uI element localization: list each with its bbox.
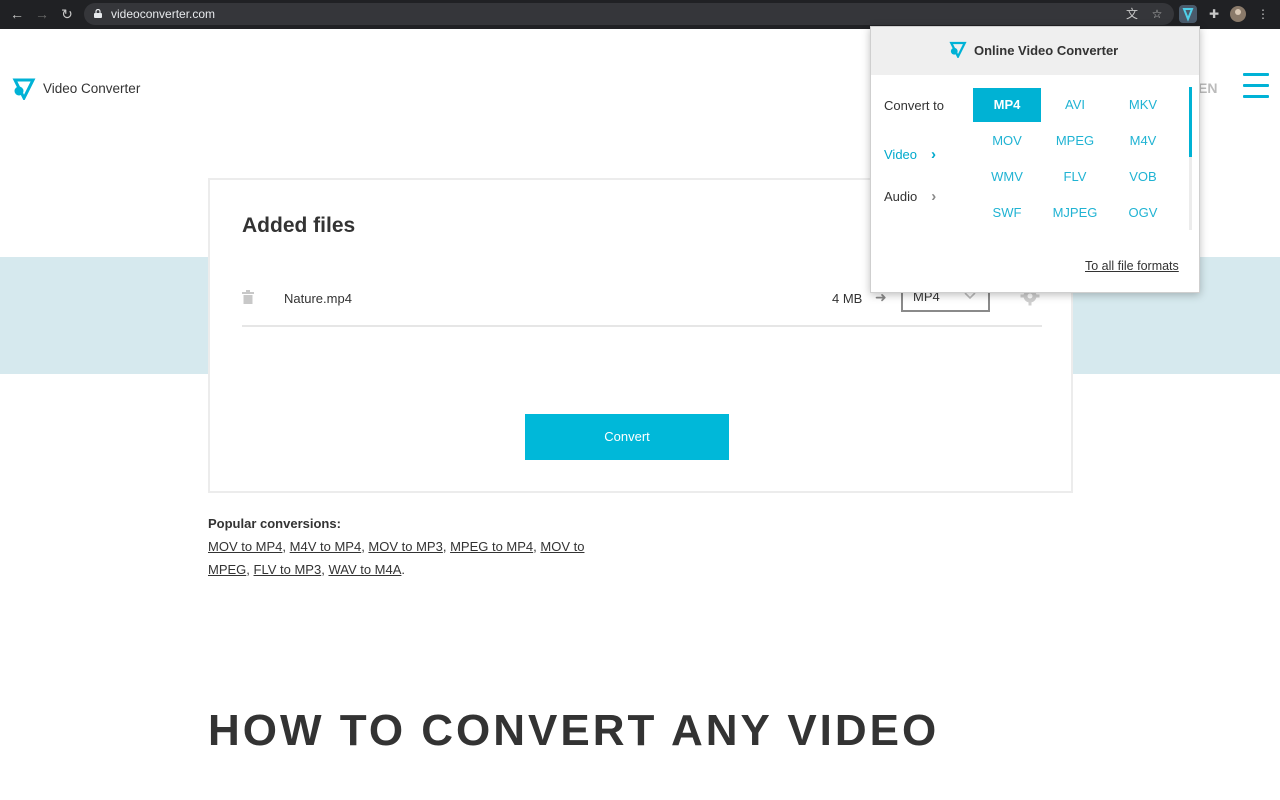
hamburger-icon[interactable] <box>1243 73 1269 99</box>
format-option[interactable]: WMV <box>973 160 1041 194</box>
logo-icon <box>949 41 967 58</box>
convert-button[interactable]: Convert <box>525 414 729 460</box>
translate-icon[interactable]: 文 <box>1123 5 1141 23</box>
all-formats-link[interactable]: To all file formats <box>1085 259 1179 273</box>
browser-toolbar: ← → ↻ videoconverter.com 文 ☆ ✚ ⋮ <box>0 0 1280 29</box>
extension-popup: Online Video Converter Convert to Video ›… <box>870 26 1200 293</box>
category-audio[interactable]: Audio › <box>884 188 936 205</box>
format-option[interactable]: MP4 <box>973 88 1041 122</box>
format-option[interactable]: AVI <box>1041 88 1109 122</box>
format-option[interactable]: SWF <box>973 196 1041 230</box>
added-files-title: Added files <box>242 214 356 237</box>
popup-header: Online Video Converter <box>871 27 1199 75</box>
popup-scrollbar[interactable] <box>1189 87 1192 230</box>
scrollbar-thumb[interactable] <box>1189 87 1192 157</box>
forward-arrow-icon[interactable]: → <box>33 5 51 23</box>
logo-icon <box>12 78 36 100</box>
format-option[interactable]: M4V <box>1109 124 1177 158</box>
link-wav-m4a[interactable]: WAV to M4A <box>328 562 401 577</box>
extension-icon[interactable] <box>1179 5 1197 23</box>
how-to-heading: HOW TO CONVERT ANY VIDEO <box>208 706 940 755</box>
popular-title: Popular conversions: <box>208 516 341 531</box>
brand-name: Video Converter <box>43 80 141 96</box>
address-bar[interactable]: videoconverter.com <box>84 3 1174 25</box>
menu-dots-icon[interactable]: ⋮ <box>1254 5 1272 23</box>
format-option[interactable]: FLV <box>1041 160 1109 194</box>
url-text: videoconverter.com <box>111 7 216 21</box>
category-video[interactable]: Video › <box>884 146 936 163</box>
site-brand[interactable]: Video Converter <box>12 76 140 100</box>
convert-to-label: Convert to <box>884 98 944 113</box>
popular-conversions: Popular conversions: MOV to MP4, M4V to … <box>208 512 628 581</box>
language-switch[interactable]: EN <box>1198 80 1217 96</box>
format-option[interactable]: MOV <box>973 124 1041 158</box>
file-size: 4 MB <box>832 291 863 306</box>
chevron-right-icon: › <box>931 146 937 163</box>
star-icon[interactable]: ☆ <box>1148 5 1166 23</box>
lock-icon <box>94 9 102 18</box>
format-option[interactable]: MPEG <box>1041 124 1109 158</box>
link-flv-mp3[interactable]: FLV to MP3 <box>254 562 322 577</box>
link-mov-mp3[interactable]: MOV to MP3 <box>368 539 442 554</box>
link-mpeg-mp4[interactable]: MPEG to MP4 <box>450 539 533 554</box>
popup-title: Online Video Converter <box>974 43 1119 58</box>
back-arrow-icon[interactable]: ← <box>8 5 26 23</box>
link-m4v-mp4[interactable]: M4V to MP4 <box>290 539 362 554</box>
format-option[interactable]: OGV <box>1109 196 1177 230</box>
chevron-right-icon: › <box>931 188 937 205</box>
reload-icon[interactable]: ↻ <box>58 5 76 23</box>
format-option[interactable]: MKV <box>1109 88 1177 122</box>
puzzle-icon[interactable]: ✚ <box>1205 5 1223 23</box>
profile-avatar[interactable] <box>1229 5 1247 23</box>
format-option[interactable]: VOB <box>1109 160 1177 194</box>
link-mov-mp4[interactable]: MOV to MP4 <box>208 539 282 554</box>
popular-links: MOV to MP4, M4V to MP4, MOV to MP3, MPEG… <box>208 539 585 577</box>
trash-icon[interactable] <box>242 290 254 304</box>
format-option[interactable]: MJPEG <box>1041 196 1109 230</box>
file-name: Nature.mp4 <box>284 291 352 306</box>
